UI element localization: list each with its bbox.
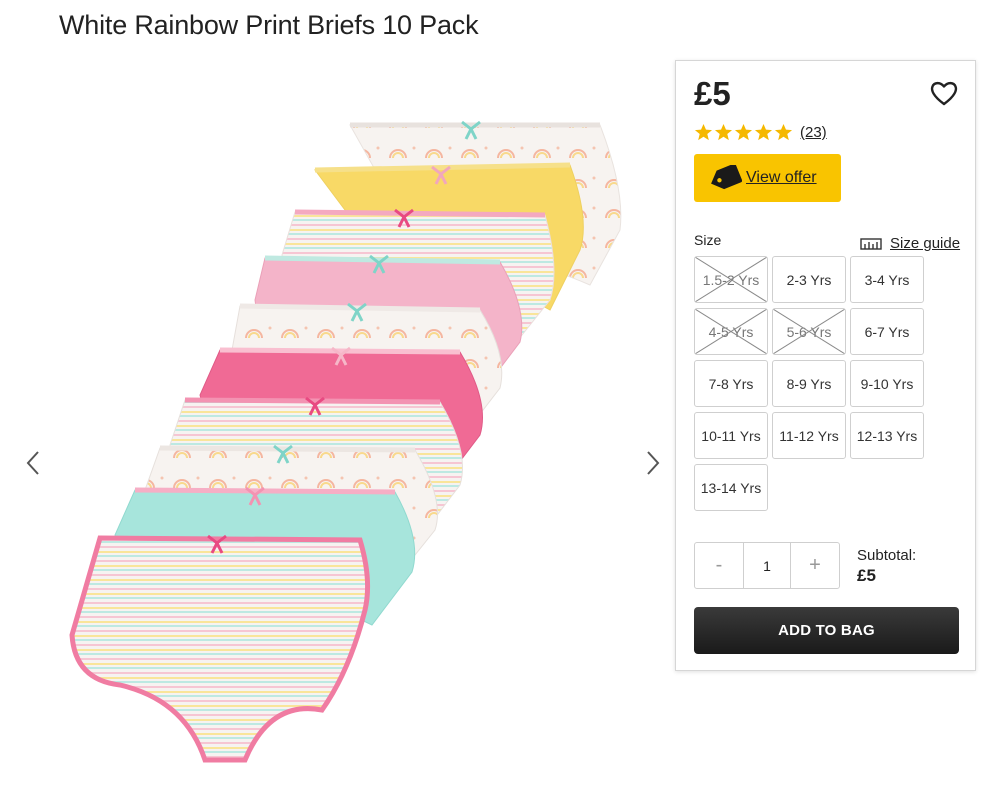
chevron-right-icon[interactable] xyxy=(640,448,664,478)
star-icon xyxy=(714,123,733,141)
size-guide-link[interactable]: Size guide xyxy=(860,235,960,252)
size-option-label: 4-5 Yrs xyxy=(708,323,754,340)
size-option-label: 13-14 Yrs xyxy=(700,479,762,496)
size-option[interactable]: 13-14 Yrs xyxy=(694,464,768,511)
size-option-label: 8-9 Yrs xyxy=(786,375,832,392)
size-option[interactable]: 7-8 Yrs xyxy=(694,360,768,407)
subtotal-value: £5 xyxy=(857,566,876,585)
subtotal: Subtotal: £5 xyxy=(857,547,916,586)
product-price: £5 xyxy=(694,75,731,112)
size-option[interactable]: 10-11 Yrs xyxy=(694,412,768,459)
size-option[interactable]: 3-4 Yrs xyxy=(850,256,924,303)
star-icon xyxy=(734,123,753,141)
size-options: 1.5-2 Yrs 2-3 Yrs 3-4 Yrs 4-5 Yrs 5-6 Yr… xyxy=(694,256,934,511)
size-option-label: 2-3 Yrs xyxy=(786,271,832,288)
quantity-input[interactable]: 1 xyxy=(743,543,791,588)
view-offer-label: View offer xyxy=(746,169,817,186)
ruler-icon xyxy=(860,237,882,250)
add-to-bag-button[interactable]: ADD TO BAG xyxy=(694,607,959,654)
size-option-label: 11-12 Yrs xyxy=(779,427,839,444)
size-option[interactable]: 4-5 Yrs xyxy=(694,308,768,355)
subtotal-label: Subtotal: xyxy=(857,547,917,564)
size-option-label: 3-4 Yrs xyxy=(864,271,910,288)
size-option-label: 9-10 Yrs xyxy=(860,375,914,392)
product-gallery xyxy=(0,60,680,800)
size-option-label: 1.5-2 Yrs xyxy=(702,271,760,288)
tag-icon xyxy=(711,165,742,190)
size-option[interactable]: 1.5-2 Yrs xyxy=(694,256,768,303)
product-image xyxy=(69,120,622,763)
quantity-stepper: - 1 + xyxy=(694,542,840,589)
size-option[interactable]: 2-3 Yrs xyxy=(772,256,846,303)
size-option-label: 6-7 Yrs xyxy=(864,323,910,340)
size-option-label: 10-11 Yrs xyxy=(701,427,761,444)
size-option-label: 5-6 Yrs xyxy=(786,323,832,340)
size-option[interactable]: 9-10 Yrs xyxy=(850,360,924,407)
star-icon xyxy=(774,123,793,141)
chevron-left-icon[interactable] xyxy=(22,448,46,478)
size-option[interactable]: 11-12 Yrs xyxy=(772,412,846,459)
quantity-decrease-button[interactable]: - xyxy=(695,543,743,588)
page-title: White Rainbow Print Briefs 10 Pack xyxy=(59,10,479,40)
size-option[interactable]: 5-6 Yrs xyxy=(772,308,846,355)
size-option[interactable]: 6-7 Yrs xyxy=(850,308,924,355)
product-rating: (23) xyxy=(694,123,827,142)
size-label: Size xyxy=(694,232,722,248)
size-option[interactable]: 12-13 Yrs xyxy=(850,412,924,459)
star-icon xyxy=(694,123,713,141)
purchase-panel: £5 (23) View offer Size Size guide 1.5-2… xyxy=(675,60,976,671)
quantity-increase-button[interactable]: + xyxy=(791,543,839,588)
size-option-label: 12-13 Yrs xyxy=(856,427,918,444)
size-option[interactable]: 8-9 Yrs xyxy=(772,360,846,407)
review-count-link[interactable]: (23) xyxy=(800,124,827,141)
view-offer-button[interactable]: View offer xyxy=(694,154,841,202)
star-icon xyxy=(754,123,773,141)
heart-icon[interactable] xyxy=(929,78,959,108)
star-rating xyxy=(694,123,793,142)
size-guide-label: Size guide xyxy=(890,235,961,252)
size-option-label: 7-8 Yrs xyxy=(708,375,754,392)
